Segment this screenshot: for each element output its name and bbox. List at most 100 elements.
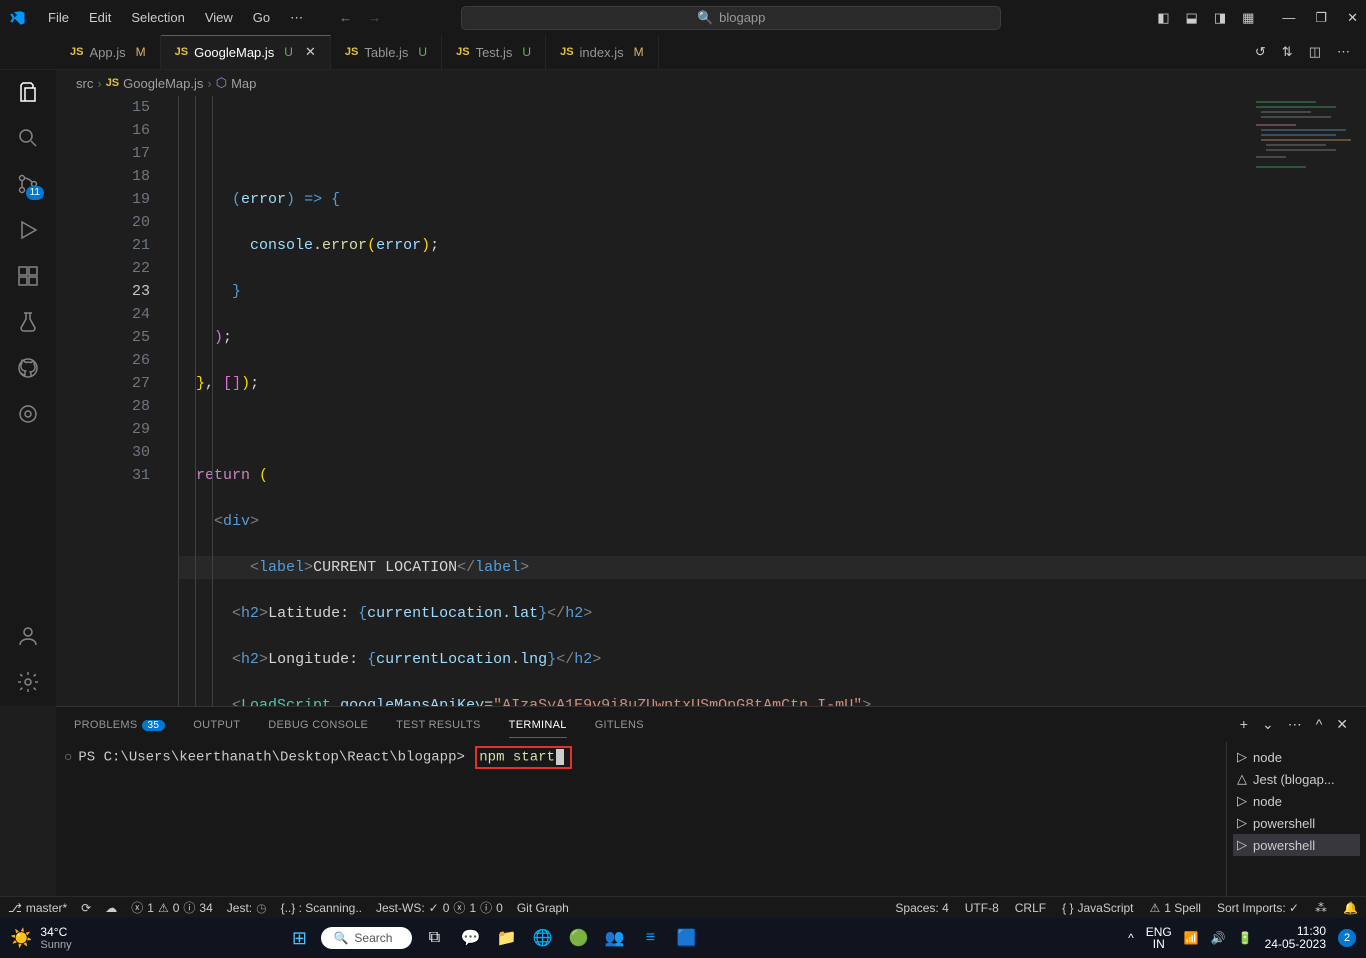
- search-activity-icon[interactable]: [16, 126, 40, 150]
- tab-modifier: M: [634, 45, 644, 59]
- extensions-icon[interactable]: [16, 264, 40, 288]
- code-content[interactable]: (error) => { console.error(error); } ); …: [178, 96, 1366, 706]
- status-eol[interactable]: CRLF: [1015, 901, 1046, 915]
- status-scanning[interactable]: {..} : Scanning..: [281, 901, 362, 915]
- split-editor-icon[interactable]: ◫: [1309, 44, 1321, 60]
- more-actions-icon[interactable]: ⋯: [1337, 44, 1350, 60]
- status-prettier[interactable]: ⁂: [1315, 901, 1327, 915]
- status-notifications[interactable]: 🔔: [1343, 901, 1358, 915]
- taskbar-weather[interactable]: ☀️ 34°C Sunny: [10, 925, 72, 951]
- window-minimize-icon[interactable]: —: [1282, 10, 1295, 26]
- menu-go[interactable]: Go: [245, 6, 278, 29]
- status-sort-imports[interactable]: Sort Imports: ✓: [1217, 901, 1299, 915]
- compare-icon[interactable]: ⇅: [1282, 44, 1293, 60]
- app-icon[interactable]: 🟦: [672, 924, 700, 952]
- branch-icon: ⎇: [8, 901, 22, 915]
- info-icon: ⓘ: [480, 899, 492, 916]
- explorer-icon[interactable]: [16, 80, 40, 104]
- panel-tab-problems[interactable]: PROBLEMS35: [74, 719, 165, 731]
- task-view-icon[interactable]: ⧉: [420, 924, 448, 952]
- panel-tab-gitlens[interactable]: GITLENS: [595, 719, 644, 731]
- tab-modifier: M: [136, 45, 146, 59]
- chat-app-icon[interactable]: 💬: [456, 924, 484, 952]
- tab-table-js[interactable]: JS Table.js U: [331, 35, 442, 69]
- layout-customize-icon[interactable]: ▦: [1242, 10, 1254, 26]
- more-icon[interactable]: ⋯: [1288, 716, 1302, 733]
- menu-edit[interactable]: Edit: [81, 6, 119, 29]
- timeline-icon[interactable]: ↺: [1255, 44, 1266, 60]
- flask-icon: △: [1237, 771, 1247, 787]
- layout-primary-icon[interactable]: ◧: [1157, 10, 1169, 26]
- taskbar-search[interactable]: 🔍Search: [321, 927, 412, 949]
- panel-tab-terminal[interactable]: TERMINAL: [509, 719, 567, 738]
- breadcrumb[interactable]: src › JS GoogleMap.js › ⬡ Map: [56, 70, 1366, 96]
- prettier-icon: ⁂: [1315, 901, 1327, 915]
- wifi-icon[interactable]: 📶: [1184, 931, 1199, 945]
- github-icon[interactable]: [16, 356, 40, 380]
- terminal-item-node[interactable]: ▷node: [1233, 790, 1360, 812]
- settings-gear-icon[interactable]: [16, 670, 40, 694]
- nav-forward-icon[interactable]: →: [368, 10, 381, 25]
- notification-badge[interactable]: 2: [1338, 929, 1356, 947]
- tray-chevron-icon[interactable]: ^: [1128, 931, 1134, 945]
- status-spell[interactable]: ⚠1 Spell: [1150, 901, 1201, 915]
- tab-test-js[interactable]: JS Test.js U: [442, 35, 546, 69]
- terminal-item-powershell[interactable]: ▷powershell: [1233, 834, 1360, 856]
- terminal-item-jest[interactable]: △Jest (blogap...: [1233, 768, 1360, 790]
- source-control-icon[interactable]: 11: [16, 172, 40, 196]
- editor-area: src › JS GoogleMap.js › ⬡ Map 15 16 17 1…: [56, 70, 1366, 706]
- terminal-icon: ▷: [1237, 793, 1247, 809]
- panel-tab-debug[interactable]: DEBUG CONSOLE: [268, 719, 368, 731]
- run-debug-icon[interactable]: [16, 218, 40, 242]
- terminal-item-powershell[interactable]: ▷powershell: [1233, 812, 1360, 834]
- status-jest[interactable]: Jest: ◷: [227, 901, 267, 915]
- tray-clock[interactable]: 11:30 24-05-2023: [1265, 925, 1326, 951]
- status-sync[interactable]: ⟳: [81, 901, 91, 915]
- menu-view[interactable]: View: [197, 6, 241, 29]
- maximize-panel-icon[interactable]: ^: [1316, 716, 1323, 733]
- status-gitgraph[interactable]: Git Graph: [517, 901, 569, 915]
- tab-app-js[interactable]: JS App.js M: [56, 35, 161, 69]
- status-cloud[interactable]: ☁: [105, 901, 117, 915]
- chrome-app-icon[interactable]: 🟢: [564, 924, 592, 952]
- terminal-item-node[interactable]: ▷node: [1233, 746, 1360, 768]
- close-panel-icon[interactable]: ✕: [1336, 716, 1348, 733]
- menu-selection[interactable]: Selection: [123, 6, 192, 29]
- explorer-app-icon[interactable]: 📁: [492, 924, 520, 952]
- vscode-taskbar-icon[interactable]: ≡: [636, 924, 664, 952]
- menu-overflow[interactable]: ⋯: [282, 6, 311, 30]
- panel-tab-tests[interactable]: TEST RESULTS: [396, 719, 481, 731]
- minimap[interactable]: [1246, 96, 1366, 706]
- edge-app-icon[interactable]: 🌐: [528, 924, 556, 952]
- start-button[interactable]: ⊞: [285, 924, 313, 952]
- status-branch[interactable]: ⎇master*: [8, 901, 67, 915]
- layout-panel-icon[interactable]: ⬓: [1186, 10, 1198, 26]
- nav-back-icon[interactable]: ←: [339, 10, 352, 25]
- window-close-icon[interactable]: ✕: [1347, 10, 1358, 26]
- battery-icon[interactable]: 🔋: [1238, 931, 1253, 945]
- layout-secondary-icon[interactable]: ◨: [1214, 10, 1226, 26]
- status-encoding[interactable]: UTF-8: [965, 901, 999, 915]
- tab-index-js[interactable]: JS index.js M: [546, 35, 659, 69]
- status-jest-ws[interactable]: Jest-WS: ✓0 ⓧ1 ⓘ0: [376, 899, 503, 916]
- status-spaces[interactable]: Spaces: 4: [895, 901, 948, 915]
- new-terminal-icon[interactable]: +: [1240, 716, 1248, 733]
- status-lang[interactable]: { } JavaScript: [1062, 901, 1133, 915]
- teams-app-icon[interactable]: 👥: [600, 924, 628, 952]
- close-icon[interactable]: ✕: [305, 44, 316, 60]
- tray-language[interactable]: ENGIN: [1146, 926, 1172, 950]
- account-icon[interactable]: [16, 624, 40, 648]
- menu-file[interactable]: File: [40, 6, 77, 29]
- code-editor[interactable]: 15 16 17 18 19 20 21 22 23 24 25 26 27 2…: [56, 96, 1366, 706]
- terminal-dropdown-icon[interactable]: ⌄: [1262, 716, 1274, 733]
- tab-label: App.js: [89, 45, 125, 60]
- command-center[interactable]: 🔍 blogapp: [461, 6, 1001, 30]
- terminal-view[interactable]: ○PS C:\Users\keerthanath\Desktop\React\b…: [56, 742, 1226, 896]
- tab-googlemap-js[interactable]: JS GoogleMap.js U ✕: [161, 35, 331, 69]
- volume-icon[interactable]: 🔊: [1211, 931, 1226, 945]
- window-maximize-icon[interactable]: ❐: [1315, 10, 1327, 26]
- gitlens-activity-icon[interactable]: [16, 402, 40, 426]
- panel-tab-output[interactable]: OUTPUT: [193, 719, 240, 731]
- testing-icon[interactable]: [16, 310, 40, 334]
- status-problems[interactable]: ⓧ1 ⚠0 ⓘ34: [131, 899, 213, 916]
